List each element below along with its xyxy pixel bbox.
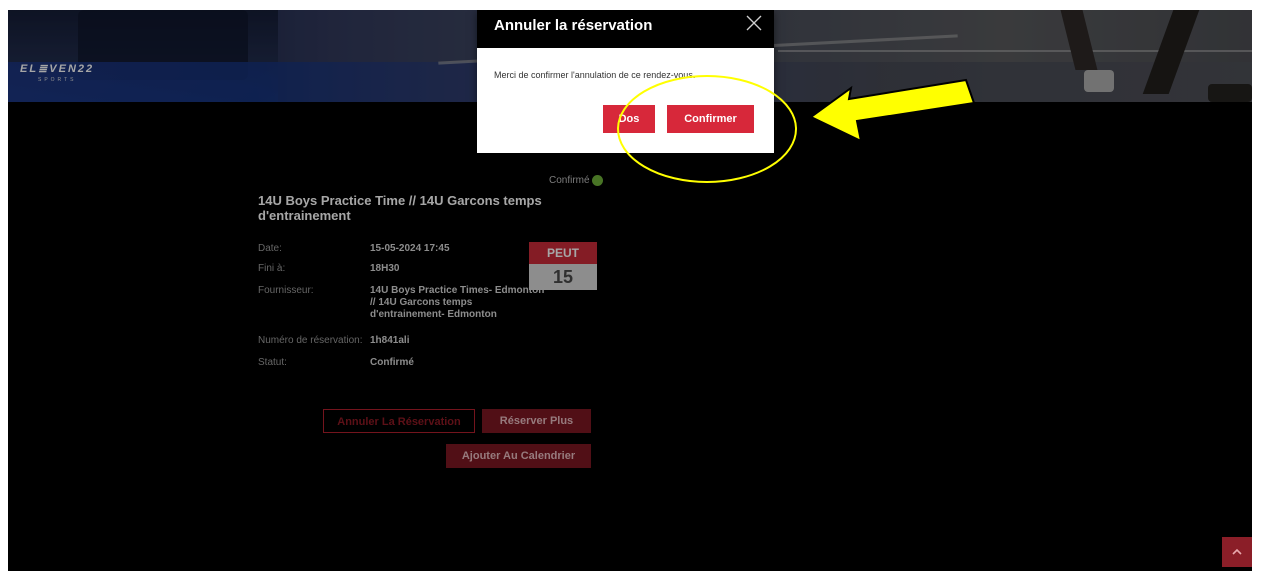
confirm-button[interactable]: Confirmer: [667, 105, 754, 133]
modal-message: Merci de confirmer l'annulation de ce re…: [494, 70, 696, 80]
scroll-to-top-button[interactable]: [1222, 537, 1252, 567]
page-frame: EL≣VEN22 SPORTS Confirmé 14U Boys Practi…: [8, 10, 1252, 571]
modal-header: Annuler la réservation: [477, 10, 774, 48]
close-icon[interactable]: [745, 14, 763, 32]
modal-title: Annuler la réservation: [494, 17, 653, 34]
chevron-up-icon: [1232, 548, 1242, 555]
back-button[interactable]: Dos: [603, 105, 655, 133]
cancel-reservation-modal: Annuler la réservation Merci de confirme…: [477, 10, 774, 153]
